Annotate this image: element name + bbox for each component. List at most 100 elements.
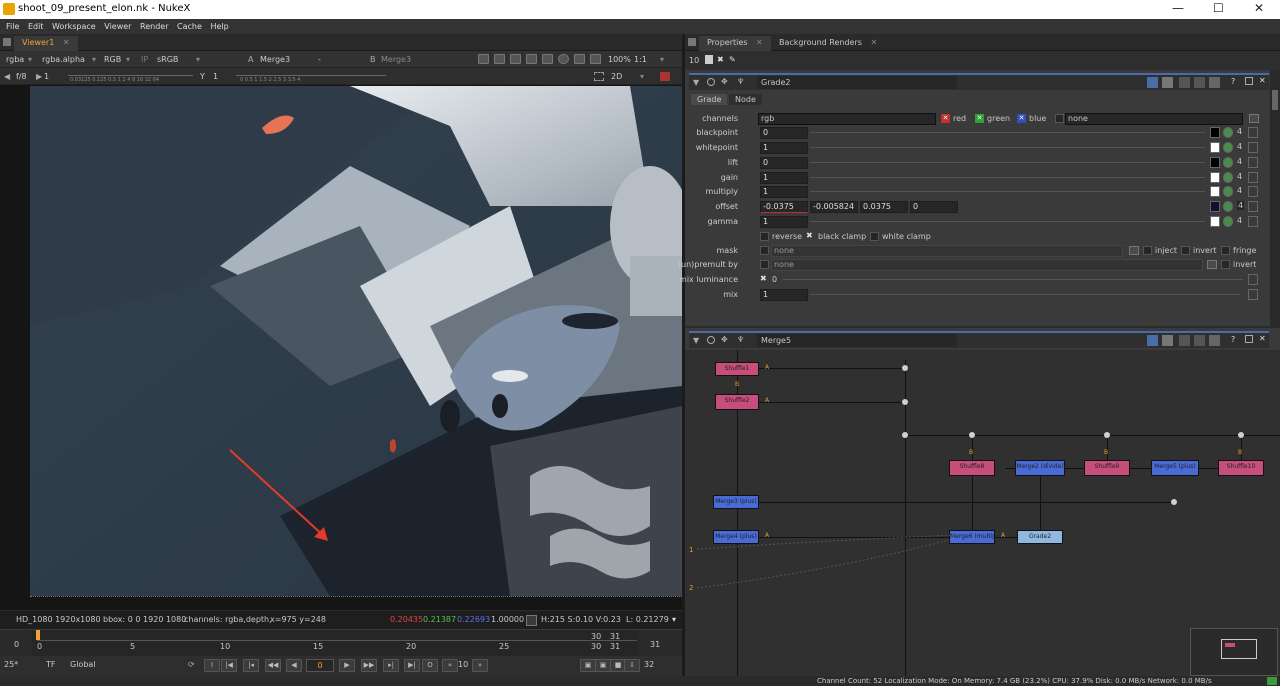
gain-field[interactable]: 1 [760, 172, 808, 184]
blackpoint-slider[interactable] [810, 132, 1205, 133]
render-icon[interactable]: ▣ [595, 659, 611, 672]
clip-warning-icon[interactable] [660, 72, 670, 81]
back-increment-button[interactable]: « [442, 659, 458, 672]
properties-scrollbar[interactable] [1270, 70, 1280, 326]
mask-invert-checkbox[interactable] [1181, 246, 1190, 255]
loop-icon[interactable]: ⟳ [188, 660, 195, 669]
menu-cache[interactable]: Cache [177, 22, 202, 31]
increment-field[interactable]: 10 [458, 660, 468, 669]
gamma-field[interactable]: 1 [213, 70, 218, 83]
refresh-icon[interactable] [558, 54, 569, 64]
b-input-dropdown[interactable]: Merge3 [381, 53, 411, 66]
fps-dropdown[interactable]: 25* [4, 660, 18, 669]
info-menu-icon[interactable]: ▾ [672, 611, 676, 629]
multiply-color-swatch[interactable] [1210, 186, 1220, 197]
current-frame-field[interactable]: 0 [306, 659, 334, 672]
view-mode-dropdown[interactable]: 2D [611, 70, 622, 83]
merge-close-panel-icon[interactable]: ✕ [1259, 334, 1266, 343]
blackpoint-count-button[interactable]: 4 [1237, 127, 1242, 136]
inject-checkbox[interactable] [1143, 246, 1152, 255]
pause-icon[interactable] [590, 54, 601, 64]
node-graph-minimap[interactable] [1190, 628, 1278, 676]
gamma-slider[interactable] [810, 221, 1205, 222]
merge-float-window-icon[interactable] [1245, 335, 1253, 343]
mask-dropdown[interactable]: none [771, 245, 1123, 257]
flipbook-icon[interactable]: ▣ [580, 659, 596, 672]
lift-count-button[interactable]: 4 [1237, 157, 1242, 166]
merge-help-icon[interactable]: ? [1231, 335, 1235, 344]
blackpoint-color-swatch[interactable] [1210, 127, 1220, 138]
mix-field[interactable]: 1 [760, 289, 808, 301]
playhead-marker[interactable] [36, 630, 40, 640]
wipe-icon[interactable] [574, 54, 585, 64]
play-forward-button[interactable]: ▶ [339, 659, 355, 672]
whitepoint-field[interactable]: 1 [760, 142, 808, 154]
reverse-checkbox[interactable] [760, 232, 769, 241]
lut-dropdown[interactable]: sRGB [157, 53, 178, 66]
grade-color-a-icon[interactable] [1147, 77, 1158, 88]
mix-luminance-field[interactable]: 0 [772, 274, 777, 286]
a-input-dropdown[interactable]: Merge3 [260, 53, 290, 66]
premult-invert-checkbox[interactable] [1221, 260, 1230, 269]
overlay-icon[interactable] [542, 54, 553, 64]
next-key-button[interactable]: ▸| [383, 659, 399, 672]
viewer-image[interactable] [30, 86, 682, 596]
offset-color-swatch[interactable] [1210, 201, 1220, 212]
clear-panels-icon[interactable]: ✖ [717, 55, 724, 64]
display-dropdown[interactable]: RGB [104, 53, 121, 66]
gamma-field[interactable]: 1 [760, 216, 808, 228]
whitepoint-curve-icon[interactable] [1248, 142, 1258, 153]
gain-count-button[interactable]: 4 [1237, 172, 1242, 181]
close-button[interactable]: ✕ [1254, 1, 1264, 15]
pencil-icon[interactable]: ✎ [729, 55, 736, 64]
merge-node-name-field[interactable]: Merge5 [757, 334, 957, 347]
offset-count-button[interactable]: 4 [1237, 201, 1245, 210]
maximize-button[interactable]: ☐ [1213, 1, 1224, 15]
channels-minus-icon[interactable] [1249, 114, 1259, 123]
prev-increment-button[interactable]: ◀◀ [265, 659, 281, 672]
mix-luminance-curve-icon[interactable] [1248, 274, 1258, 285]
downrez-icon[interactable] [510, 54, 521, 64]
offset-b-field[interactable]: 0.0375 [860, 201, 908, 213]
multiply-slider[interactable] [810, 191, 1205, 192]
lift-curve-icon[interactable] [1248, 157, 1258, 168]
gamma-color-swatch[interactable] [1210, 216, 1220, 227]
pane-menu-icon-right[interactable] [688, 38, 696, 46]
gamma-picker-icon[interactable] [1223, 216, 1233, 227]
first-frame-button[interactable]: |◀ [221, 659, 237, 672]
alpha-dropdown[interactable]: rgba.alpha [42, 53, 85, 66]
grade-color-b-icon[interactable] [1162, 77, 1173, 88]
gain-field[interactable]: 1 [44, 70, 49, 83]
ab-operation-dropdown[interactable]: - [318, 53, 321, 66]
gain-color-swatch[interactable] [1210, 172, 1220, 183]
tab-grade[interactable]: Grade [691, 94, 728, 105]
max-panels-field[interactable]: 10 [689, 56, 699, 65]
close-properties-icon[interactable]: ✕ [756, 38, 763, 47]
red-checkbox[interactable]: ✕ [941, 114, 950, 123]
multiply-curve-icon[interactable] [1248, 186, 1258, 197]
merge-float-icon[interactable]: ✥ [721, 335, 728, 344]
redo-icon[interactable] [1194, 77, 1205, 88]
roi-select-icon[interactable] [594, 72, 604, 81]
whitepoint-color-swatch[interactable] [1210, 142, 1220, 153]
ratio-dropdown[interactable]: 1:1 [634, 53, 647, 66]
tab-background-renders[interactable]: Background Renders ✕ [771, 36, 885, 51]
channels-dropdown[interactable]: rgb [758, 113, 936, 125]
region-icon[interactable] [526, 54, 537, 64]
pane-menu-icon[interactable] [3, 38, 11, 46]
out-point-button[interactable]: O [422, 659, 438, 672]
mix-luminance-checkbox[interactable]: ✖ [760, 274, 767, 283]
blue-checkbox[interactable]: ✕ [1017, 114, 1026, 123]
timeline-track[interactable]: 0 5 10 15 20 25 30 31 30 31 [32, 630, 638, 656]
timeline[interactable]: 0 0 5 10 15 20 25 30 31 30 31 31 [0, 629, 682, 656]
lock-icon[interactable] [705, 55, 713, 64]
close-background-renders-icon[interactable]: ✕ [870, 38, 877, 47]
whitepoint-picker-icon[interactable] [1223, 142, 1233, 153]
multiply-field[interactable]: 1 [760, 186, 808, 198]
merge-undo-icon[interactable] [1179, 335, 1190, 346]
export-icon[interactable]: ⇩ [624, 659, 640, 672]
menu-viewer[interactable]: Viewer [104, 22, 131, 31]
alpha-channel-dropdown[interactable]: none [1065, 113, 1243, 125]
float-window-icon[interactable] [1245, 77, 1253, 85]
premult-dropdown[interactable]: none [771, 259, 1203, 271]
